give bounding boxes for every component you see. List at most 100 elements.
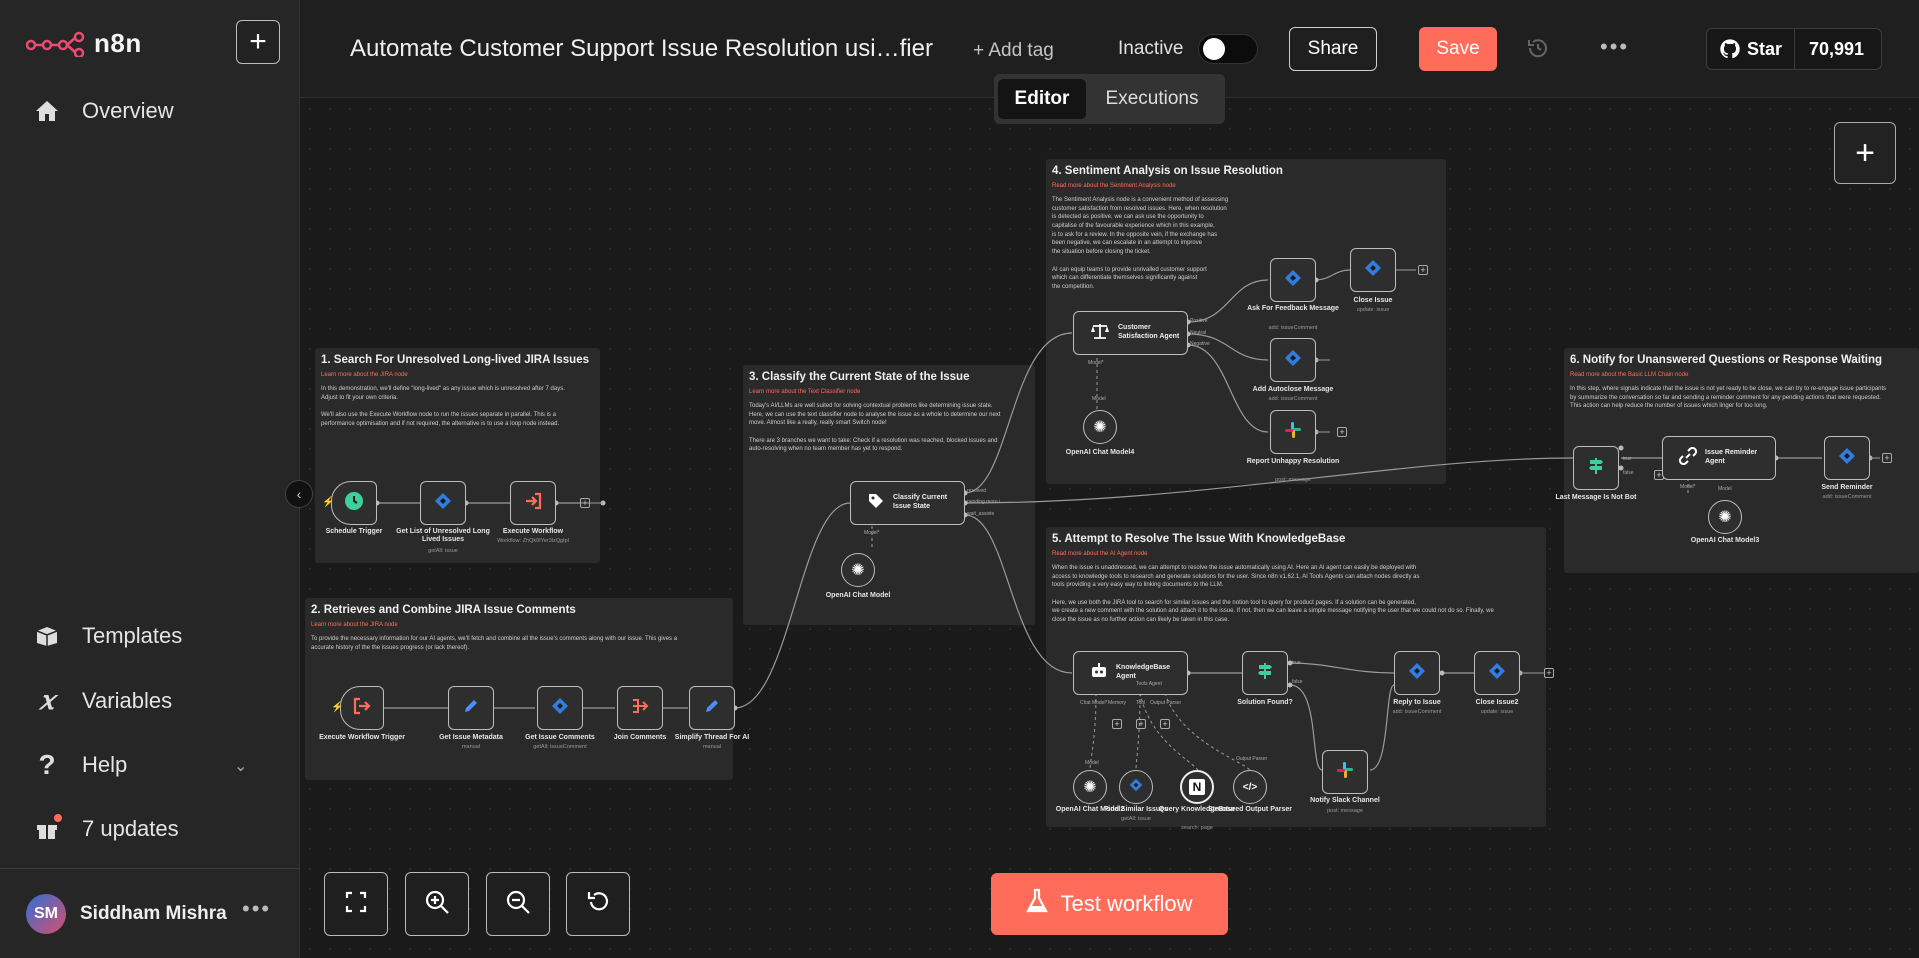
zoom-in-button[interactable]	[405, 872, 469, 936]
workflow-title[interactable]: Automate Customer Support Issue Resoluti…	[350, 35, 933, 63]
node-schedule-trigger[interactable]	[331, 481, 377, 525]
tab-editor[interactable]: Editor	[998, 79, 1086, 119]
github-star-button[interactable]: Star 70,991	[1706, 28, 1882, 70]
sidebar-item-help[interactable]: ? Help	[34, 749, 127, 780]
sidebar-item-overview[interactable]: Overview	[34, 98, 174, 124]
node-label: Customer Satisfaction Agent	[1118, 324, 1180, 340]
merge-icon	[631, 697, 649, 720]
view-tabs: Editor Executions	[994, 74, 1225, 124]
node-subtitle: Tools Agent	[1136, 681, 1162, 687]
node-join-comments[interactable]	[617, 686, 663, 730]
collapse-sidebar-button[interactable]: ‹	[285, 480, 313, 508]
node-reply-to-issue[interactable]	[1394, 651, 1440, 695]
add-connection-button[interactable]: +	[1882, 453, 1892, 463]
github-star-label: Star	[1747, 38, 1783, 59]
node-close-issue2[interactable]	[1474, 651, 1520, 695]
add-connection-button[interactable]: +	[1337, 427, 1347, 437]
code-icon: </>	[1242, 781, 1258, 793]
fit-view-button[interactable]	[324, 872, 388, 936]
node-last-message-not-bot[interactable]	[1573, 446, 1619, 490]
github-icon	[1720, 39, 1740, 59]
node-find-similar-issues[interactable]	[1119, 770, 1153, 804]
node-subtitle: search: page	[1181, 825, 1213, 831]
share-button[interactable]: Share	[1289, 27, 1377, 71]
note-link[interactable]: Read more about the Basic LLM Chain node	[1570, 372, 1688, 378]
node-report-unhappy[interactable]	[1270, 410, 1316, 454]
create-new-button[interactable]: +	[236, 20, 280, 64]
node-execute-workflow-trigger[interactable]	[340, 686, 384, 730]
n8n-logo[interactable]: n8n	[26, 28, 142, 59]
node-simplify-thread[interactable]	[689, 686, 735, 730]
note-body: When the issue is unaddressed, we can at…	[1052, 565, 1494, 624]
add-connection-button[interactable]: +	[1418, 265, 1428, 275]
node-label: Close Issue2	[1475, 699, 1519, 706]
sidebar-item-updates[interactable]: 7 updates	[34, 814, 179, 842]
add-node-button[interactable]: +	[1834, 122, 1896, 184]
chevron-down-icon[interactable]: ⌄	[234, 756, 247, 776]
sidebar-item-variables[interactable]: 𝑥 Variables	[34, 686, 172, 716]
node-close-issue[interactable]	[1350, 248, 1396, 292]
node-send-reminder[interactable]	[1824, 436, 1870, 480]
add-connection-button[interactable]: +	[1112, 719, 1122, 729]
node-add-autoclose[interactable]	[1270, 338, 1316, 382]
reset-zoom-button[interactable]	[566, 872, 630, 936]
node-subtitle: add: issueComment	[1268, 396, 1318, 402]
history-icon[interactable]	[1526, 36, 1550, 65]
signpost-icon	[1256, 662, 1274, 685]
note-title: 1. Search For Unresolved Long-lived JIRA…	[321, 354, 589, 366]
node-issue-reminder-agent[interactable]: Issue Reminder Agent	[1662, 436, 1776, 480]
node-get-issue-metadata[interactable]	[448, 686, 494, 730]
add-connection-button[interactable]: +	[1160, 719, 1170, 729]
add-connection-button[interactable]: +	[1136, 719, 1146, 729]
node-subtitle: post: message	[1275, 477, 1311, 483]
jira-icon	[1284, 349, 1302, 372]
flask-icon	[1026, 888, 1049, 920]
node-label: KnowledgeBase Agent	[1116, 664, 1171, 680]
node-subtitle: getAll: issue	[1121, 816, 1151, 822]
save-button[interactable]: Save	[1419, 27, 1497, 71]
note-body: The Sentiment Analysis node is a conveni…	[1052, 197, 1229, 290]
sidebar-item-templates[interactable]: Templates	[34, 623, 182, 649]
home-icon	[34, 98, 60, 124]
node-label: Execute Workflow	[502, 528, 564, 535]
node-execute-workflow[interactable]	[510, 481, 556, 525]
node-structured-output-parser[interactable]: </>	[1233, 770, 1267, 804]
link-icon	[1678, 446, 1698, 470]
trigger-bolt-icon: ⚡	[322, 497, 335, 508]
node-get-issues[interactable]	[420, 481, 466, 525]
test-workflow-button[interactable]: Test workflow	[991, 873, 1228, 935]
node-notify-slack[interactable]	[1322, 750, 1368, 794]
node-ask-feedback[interactable]	[1270, 258, 1316, 302]
node-query-knowledgebase[interactable]: N	[1180, 770, 1214, 804]
node-subtitle: getAll: issue	[428, 548, 458, 554]
more-options-icon[interactable]: •••	[1600, 34, 1629, 60]
note-link[interactable]: Read more about the AI Agent node	[1052, 551, 1147, 557]
node-openai-chat-model3[interactable]: ✺	[1708, 500, 1742, 534]
add-connection-button[interactable]: +	[1544, 668, 1554, 678]
user-menu[interactable]: SM Siddham Mishra	[26, 894, 227, 934]
node-classify-issue-state[interactable]: Classify Current Issue State	[850, 481, 965, 525]
output-label: pending more i...	[967, 499, 1005, 505]
node-label: OpenAI Chat Model3	[1690, 537, 1760, 544]
note-link[interactable]: Learn more about the JIRA node	[311, 622, 398, 628]
trigger-bolt-icon: ⚡	[331, 702, 344, 713]
user-more-icon[interactable]: •••	[242, 896, 271, 922]
note-link[interactable]: Learn more about the Text Classifier nod…	[749, 389, 860, 395]
node-solution-found[interactable]	[1242, 651, 1288, 695]
tab-executions[interactable]: Executions	[1092, 79, 1212, 119]
node-customer-satisfaction-agent[interactable]: Customer Satisfaction Agent	[1073, 311, 1188, 355]
box-icon	[34, 623, 60, 649]
active-toggle[interactable]	[1198, 34, 1258, 64]
note-link[interactable]: Read more about the Sentiment Analysis n…	[1052, 183, 1176, 189]
add-connection-button[interactable]: +	[580, 498, 590, 508]
zoom-out-button[interactable]	[486, 872, 550, 936]
node-openai-chat-model4[interactable]: ✺	[1083, 410, 1117, 444]
node-openai-chat-model2[interactable]: ✺	[1073, 770, 1107, 804]
node-openai-chat-model[interactable]: ✺	[841, 553, 875, 587]
output-label: resolved	[967, 488, 986, 494]
node-label: Solution Found?	[1237, 699, 1293, 706]
note-link[interactable]: Learn more about the JIRA node	[321, 372, 408, 378]
node-get-issue-comments[interactable]	[537, 686, 583, 730]
add-tag-button[interactable]: + Add tag	[973, 40, 1054, 62]
node-knowledgebase-agent[interactable]: KnowledgeBase Agent	[1073, 651, 1188, 695]
